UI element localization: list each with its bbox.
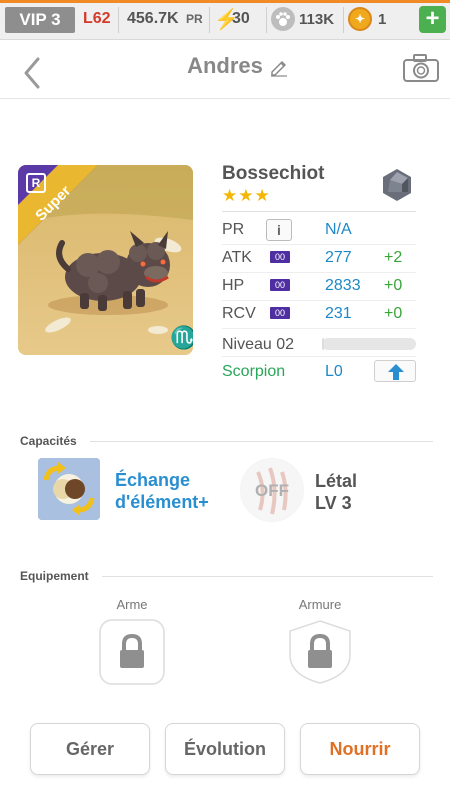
page-title: Andres: [0, 53, 450, 79]
stat-label-hp: HP: [222, 277, 245, 294]
zodiac-sign-label: Scorpion: [222, 363, 286, 380]
stat-gem-icon: 00: [270, 251, 290, 263]
stat-gem-icon: 00: [270, 279, 290, 291]
weapon-slot-label: Arme: [116, 597, 148, 612]
pet-nickname: Andres: [187, 53, 263, 78]
energy-count[interactable]: 30: [232, 10, 250, 28]
divider: [118, 7, 119, 33]
divider: [222, 244, 416, 245]
coin-icon: ✦: [348, 7, 372, 31]
stat-value-hp: 2833: [325, 277, 361, 294]
armor-slot[interactable]: [287, 619, 353, 685]
divider: [343, 7, 344, 33]
info-icon[interactable]: i: [266, 219, 292, 241]
header: Andres: [0, 41, 450, 99]
feed-button[interactable]: Nourrir: [300, 723, 420, 775]
stat-bonus-atk: +2: [384, 249, 403, 266]
stat-bonus-hp: +0: [384, 277, 403, 294]
coin-count[interactable]: 1: [378, 11, 386, 28]
weapon-slot[interactable]: [99, 619, 165, 685]
divider: [222, 211, 416, 212]
divider: [266, 7, 267, 33]
abilities-section-title: Capacités: [20, 434, 77, 448]
divider: [222, 356, 416, 357]
paw-icon: [271, 7, 295, 31]
zodiac-icon: ♏: [170, 325, 193, 350]
armor-slot-label: Armure: [298, 597, 342, 612]
ability-status-off: OFF: [255, 481, 289, 500]
power-rating-value: 456.7K: [127, 10, 179, 27]
stat-label-atk: ATK: [222, 249, 252, 266]
status-bar-accent: [0, 0, 450, 3]
vip-badge[interactable]: VIP 3: [5, 7, 75, 33]
pet-species-name: Bossechiot: [222, 163, 325, 184]
evolution-button[interactable]: Évolution: [165, 723, 285, 775]
add-currency-button[interactable]: +: [419, 6, 446, 33]
power-rating-unit: PR: [186, 12, 203, 26]
manage-button[interactable]: Gérer: [30, 723, 150, 775]
upgrade-arrow-icon: [388, 364, 404, 380]
divider: [209, 7, 210, 33]
divider: [102, 576, 433, 577]
stat-label-rcv: RCV: [222, 305, 256, 322]
ability-name[interactable]: Échange d'élément+: [115, 469, 235, 513]
stat-value-pr: N/A: [325, 221, 352, 238]
upgrade-sign-button[interactable]: [374, 360, 416, 382]
player-level: L62: [83, 10, 111, 27]
stat-gem-icon: 00: [270, 307, 290, 319]
ability-level: LV 3: [315, 493, 352, 513]
edit-pencil-icon[interactable]: [269, 57, 289, 77]
xp-progress-bar: [322, 338, 416, 350]
equipment-section-title: Equipement: [20, 569, 89, 583]
stat-value-rcv: 231: [325, 305, 352, 322]
ability-name-line1: Létal: [315, 471, 358, 491]
divider: [90, 441, 433, 442]
rank-badge: R: [26, 173, 46, 193]
food-count[interactable]: 113K: [299, 11, 334, 28]
stone-element-icon[interactable]: [380, 168, 414, 202]
star-rating: ★★★: [222, 186, 271, 205]
camera-icon[interactable]: [402, 53, 440, 83]
element-swap-ability-icon[interactable]: [38, 458, 100, 520]
stat-label-pr: PR: [222, 221, 245, 238]
stat-value-atk: 277: [325, 249, 352, 266]
status-bar: VIP 3 L62 456.7K PR ⚡ 30 113K ✦ 1 +: [0, 0, 450, 40]
divider: [222, 328, 416, 329]
pet-portrait[interactable]: R Super ♏: [18, 165, 193, 355]
stat-bonus-rcv: +0: [384, 305, 403, 322]
divider: [222, 300, 416, 301]
divider: [222, 272, 416, 273]
zodiac-sign-level: L0: [325, 363, 343, 380]
pet-level-label: Niveau 02: [222, 336, 295, 353]
ability-name: Létal LV 3: [315, 470, 357, 514]
xp-progress-fill: [322, 338, 324, 350]
ability-name-line2: d'élément+: [115, 492, 209, 512]
ability-name-line1: Échange: [115, 470, 191, 490]
